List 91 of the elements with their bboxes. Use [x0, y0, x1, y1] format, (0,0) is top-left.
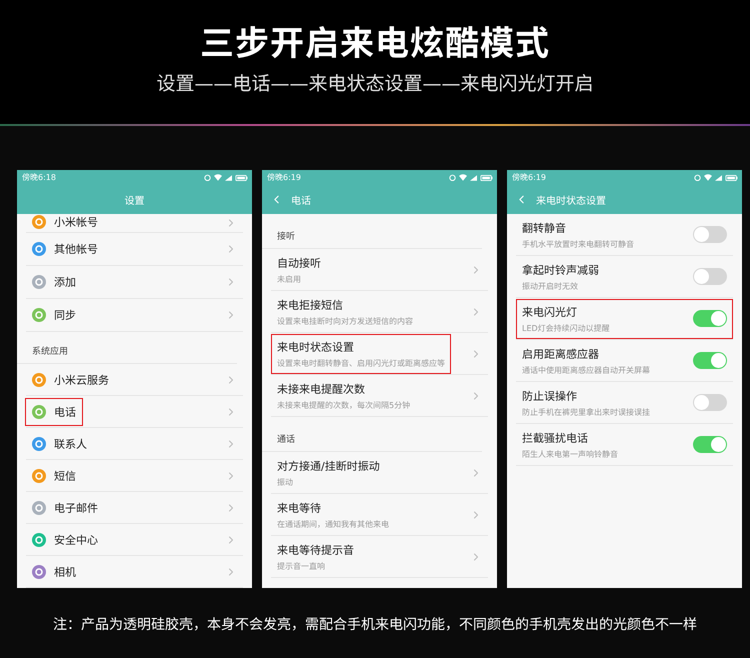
status-time: 傍晚6:19 [267, 172, 301, 183]
toggle-switch[interactable] [693, 226, 727, 243]
screen-title: 电话 [291, 194, 311, 207]
signal-icon [225, 174, 232, 180]
settings-row[interactable]: 同步 [26, 299, 243, 332]
screen-title: 设置 [124, 194, 144, 207]
headline: 三步开启来电炫酷模式 [200, 23, 550, 66]
settings-row[interactable]: 电话 [26, 396, 243, 428]
item-title: 自动接听 [277, 256, 321, 270]
alarm-icon [694, 174, 701, 181]
settings-row[interactable]: 添加 [26, 266, 243, 299]
item-title: 相机 [54, 564, 76, 580]
toggle-switch[interactable] [693, 436, 727, 453]
item-title: 电话 [54, 404, 76, 420]
settings-row[interactable]: 拦截骚扰电话 陌生人来电第一声响铃静音 [516, 424, 733, 466]
item-subtitle: 设置来电挂断时向对方发送短信的内容 [277, 316, 413, 326]
item-title: 短信 [54, 468, 76, 484]
battery-icon [235, 174, 248, 180]
item-title: 翻转静音 [522, 220, 567, 236]
battery-icon [480, 174, 493, 180]
signal-icon [715, 174, 722, 180]
item-subtitle: 陌生人来电第一声响铃静音 [522, 448, 619, 460]
item-title: 小米帐号 [54, 215, 98, 230]
alarm-icon [449, 174, 456, 181]
settings-row[interactable]: 来电闪光灯 LED灯会持续闪动以提醒 [516, 298, 733, 340]
item-title: 拿起时铃声减弱 [522, 262, 600, 278]
item-title: 来电等待提示音 [277, 542, 354, 558]
screen-title: 来电时状态设置 [536, 194, 606, 207]
toggle-switch[interactable] [693, 394, 727, 411]
alarm-icon [204, 174, 211, 181]
item-title: 防止误操作 [522, 388, 578, 404]
item-subtitle: LED灯会持续闪动以提醒 [522, 322, 611, 334]
settings-row[interactable]: 自动接听 未启用 [271, 249, 488, 291]
item-subtitle: 防止手机在裤兜里拿出来时误接误挂 [522, 406, 651, 418]
toggle-switch[interactable] [693, 268, 727, 285]
settings-row[interactable]: 启用距离感应器 通话中使用距离感应器自动开关屏幕 [516, 340, 733, 382]
settings-row[interactable]: 翻转静音 手机水平放置时来电翻转可静音 [516, 214, 733, 256]
wifi-icon [214, 174, 222, 181]
wifi-icon [704, 174, 712, 181]
toggle-switch[interactable] [693, 352, 727, 369]
note-text: 注：产品为透明硅胶壳，本身不会发亮，需配合手机来电闪功能，不同颜色的手机壳发出的光颜色不一样 [53, 616, 697, 634]
item-title: 对方接通/挂断时振动 [277, 458, 380, 474]
item-subtitle: 设置来电时翻转静音、启用闪光灯或距离感应等 [277, 358, 445, 368]
item-title: 未接来电提醒次数 [277, 382, 366, 396]
battery-icon [725, 174, 738, 180]
settings-row[interactable]: 防止误操作 防止手机在裤兜里拿出来时误接误挂 [516, 382, 733, 424]
section-label: 系统应用 [32, 345, 68, 357]
item-title: 安全中心 [54, 532, 98, 548]
settings-row[interactable]: 小米帐号 [26, 214, 243, 233]
toggle-switch[interactable] [693, 310, 727, 327]
item-title: 其他帐号 [54, 242, 98, 257]
item-subtitle: 在通话期间，通知我有其他来电 [277, 518, 389, 530]
settings-row[interactable]: 其他帐号 [26, 233, 243, 266]
settings-row[interactable]: 相机 [26, 556, 243, 588]
item-title: 添加 [54, 275, 76, 290]
item-title: 来电等待 [277, 500, 322, 516]
status-time: 傍晚6:19 [512, 172, 546, 183]
item-title: 启用距离感应器 [522, 346, 600, 362]
item-title: 电子邮件 [54, 500, 98, 516]
settings-row[interactable]: 来电等待 在通话期间，通知我有其他来电 [271, 494, 488, 536]
settings-row[interactable]: 安全中心 [26, 524, 243, 556]
settings-row[interactable]: 拿起时铃声减弱 振动开启时无效 [516, 256, 733, 298]
item-subtitle: 提示音一直响 [277, 560, 326, 572]
item-title: 来电拒接短信 [277, 298, 344, 312]
settings-row[interactable]: 小米云服务 [26, 364, 243, 396]
settings-row[interactable]: 来电时状态设置 设置来电时翻转静音、启用闪光灯或距离感应等 [271, 333, 488, 375]
section-label: 接听 [277, 230, 296, 242]
section-label: 通话 [277, 434, 296, 445]
settings-row[interactable]: 联系人 [26, 428, 243, 460]
item-subtitle: 未启用 [277, 274, 302, 284]
item-subtitle: 振动开启时无效 [522, 280, 579, 292]
item-title: 同步 [54, 308, 76, 323]
steps-text: 设置——电话——来电状态设置——来电闪光灯开启 [156, 72, 594, 97]
item-subtitle: 手机水平放置时来电翻转可静音 [522, 238, 635, 250]
item-subtitle: 通话中使用距离感应器自动开关屏幕 [522, 364, 651, 376]
item-subtitle: 振动 [277, 476, 294, 488]
item-title: 小米云服务 [54, 372, 109, 388]
settings-row[interactable]: 电子邮件 [26, 492, 243, 524]
settings-row[interactable]: 未接来电提醒次数 未接来电提醒的次数，每次间隔5分钟 [271, 375, 488, 417]
wifi-icon [459, 174, 467, 181]
settings-row[interactable]: 短信 [26, 460, 243, 492]
settings-row[interactable]: 来电拒接短信 设置来电挂断时向对方发送短信的内容 [271, 291, 488, 333]
item-subtitle: 未接来电提醒的次数，每次间隔5分钟 [277, 400, 410, 410]
status-time: 傍晚6:18 [22, 172, 56, 183]
item-title: 来电闪光灯 [522, 304, 578, 320]
settings-row[interactable]: 对方接通/挂断时振动 振动 [271, 452, 488, 494]
item-title: 拦截骚扰电话 [522, 430, 589, 446]
signal-icon [470, 174, 477, 180]
item-title: 联系人 [54, 436, 87, 452]
item-title: 来电时状态设置 [277, 340, 355, 354]
settings-row[interactable]: 来电等待提示音 提示音一直响 [271, 536, 488, 578]
